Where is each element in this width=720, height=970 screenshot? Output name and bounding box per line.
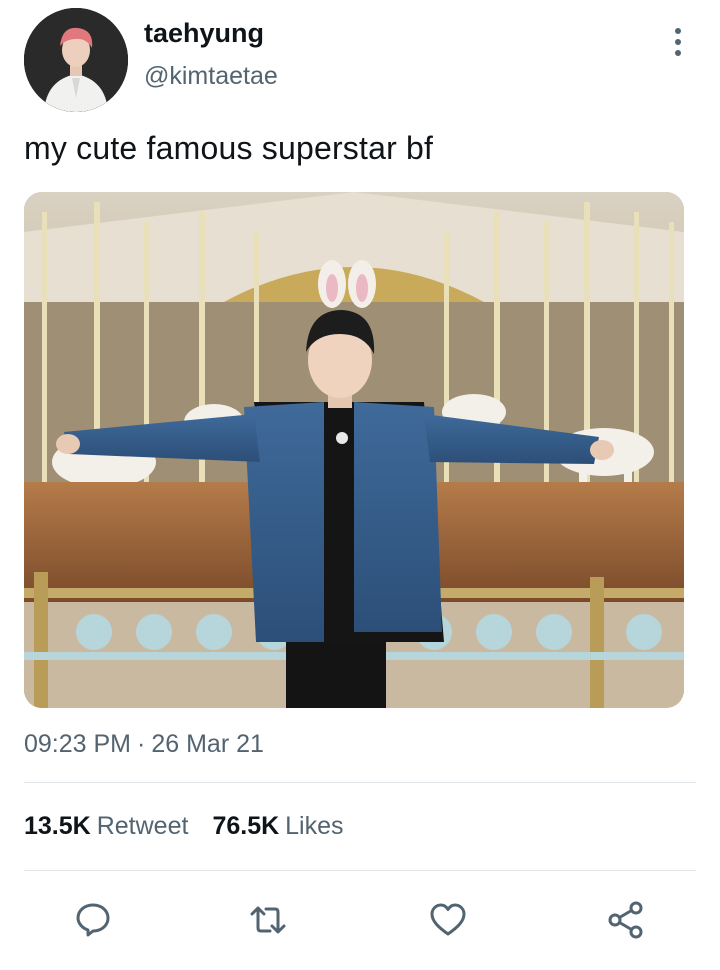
tweet-timestamp[interactable]: 09:23 PM · 26 Mar 21: [24, 730, 264, 759]
retweets-count: 13.5K: [24, 812, 91, 840]
tweet-action-bar: [0, 890, 720, 950]
likes-count: 76.5K: [212, 812, 280, 840]
avatar[interactable]: [24, 8, 128, 112]
likes-stat[interactable]: 76.5K Likes: [212, 812, 343, 840]
display-name[interactable]: taehyung: [144, 18, 264, 49]
dot: [675, 28, 681, 34]
tweet-stats: 13.5K Retweet 76.5K Likes: [24, 812, 344, 841]
retweet-icon[interactable]: [248, 900, 288, 940]
retweets-stat[interactable]: 13.5K Retweet: [24, 812, 188, 840]
likes-label: Likes: [285, 812, 344, 840]
tweet-date: 26 Mar 21: [151, 730, 264, 758]
share-icon[interactable]: [606, 900, 646, 940]
like-icon[interactable]: [428, 900, 468, 940]
tweet-media-photo[interactable]: [24, 192, 684, 708]
more-options-icon[interactable]: [664, 24, 692, 60]
dot: [675, 39, 681, 45]
divider: [24, 782, 696, 783]
reply-icon[interactable]: [73, 900, 113, 940]
tweet-text: my cute famous superstar bf: [24, 130, 434, 166]
tweet-time: 09:23 PM: [24, 730, 132, 758]
retweets-label: Retweet: [96, 812, 189, 840]
dot: [675, 50, 681, 56]
timestamp-separator: ·: [137, 730, 146, 758]
user-handle[interactable]: @kimtaetae: [144, 62, 278, 91]
divider: [24, 870, 696, 871]
